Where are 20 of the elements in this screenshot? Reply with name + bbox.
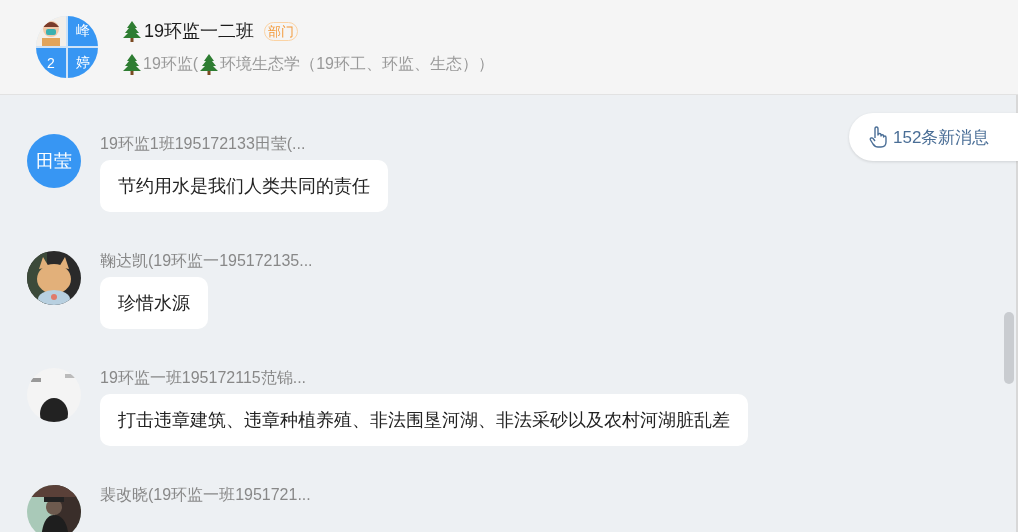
group-subtitle: 环境生态学（19环工、环监、生态）） xyxy=(220,53,494,74)
message-bubble: 节约用水是我们人类共同的责任 xyxy=(100,160,388,212)
avatar-text: 峰 xyxy=(76,22,90,40)
scrollbar[interactable] xyxy=(1004,312,1014,384)
avatar-text: 婷 xyxy=(76,54,90,72)
sender-name: 19环监一班195172115范锦... xyxy=(100,368,307,388)
tree-icon xyxy=(199,53,220,75)
tree-icon xyxy=(122,53,142,75)
pointing-hand-icon xyxy=(869,126,887,148)
new-messages-button[interactable]: 152条新消息 xyxy=(849,113,1018,161)
sender-name: 裴改晓(19环监一班1951721... xyxy=(100,485,311,505)
group-title: 19环监一二班 xyxy=(144,20,255,43)
avatar-text: 2 xyxy=(47,55,55,71)
avatar[interactable]: 田莹 xyxy=(27,134,81,188)
message-bubble: 珍惜水源 xyxy=(100,277,208,329)
tree-icon xyxy=(122,20,142,42)
group-subtitle: 19环监( xyxy=(143,53,199,74)
sender-name: 鞠达凯(19环监一195172135... xyxy=(100,251,313,271)
message-bubble: 打击违章建筑、违章种植养殖、非法围垦河湖、非法采砂以及农村河湖脏乱差 xyxy=(100,394,748,446)
sender-name: 19环监1班195172133田莹(... xyxy=(100,134,306,154)
